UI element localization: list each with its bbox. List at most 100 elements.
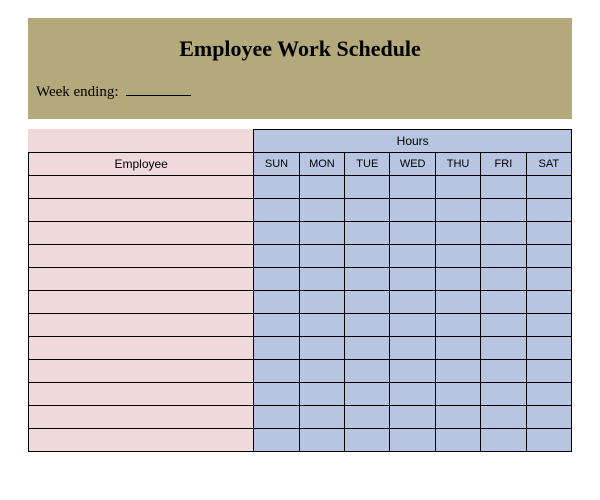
hours-cell[interactable] [481,429,526,452]
hours-cell[interactable] [435,337,480,360]
hours-cell[interactable] [390,199,435,222]
hours-cell[interactable] [390,268,435,291]
hours-cell[interactable] [390,291,435,314]
hours-cell[interactable] [299,383,344,406]
hours-cell[interactable] [526,199,571,222]
hours-cell[interactable] [299,337,344,360]
hours-cell[interactable] [390,176,435,199]
hours-cell[interactable] [345,245,390,268]
hours-cell[interactable] [254,314,299,337]
hours-cell[interactable] [299,314,344,337]
hours-cell[interactable] [481,245,526,268]
hours-cell[interactable] [390,222,435,245]
employee-cell[interactable] [29,268,254,291]
employee-cell[interactable] [29,383,254,406]
hours-cell[interactable] [299,199,344,222]
hours-cell[interactable] [254,406,299,429]
hours-cell[interactable] [254,222,299,245]
hours-cell[interactable] [254,291,299,314]
hours-cell[interactable] [481,176,526,199]
hours-cell[interactable] [345,199,390,222]
hours-cell[interactable] [481,222,526,245]
hours-cell[interactable] [390,429,435,452]
hours-cell[interactable] [345,314,390,337]
hours-cell[interactable] [526,245,571,268]
hours-cell[interactable] [390,245,435,268]
hours-cell[interactable] [526,176,571,199]
hours-cell[interactable] [435,383,480,406]
hours-cell[interactable] [435,176,480,199]
hours-cell[interactable] [254,429,299,452]
employee-cell[interactable] [29,222,254,245]
week-ending-input[interactable] [126,95,191,96]
hours-cell[interactable] [345,337,390,360]
hours-cell[interactable] [345,383,390,406]
hours-cell[interactable] [435,268,480,291]
hours-cell[interactable] [526,291,571,314]
hours-cell[interactable] [299,406,344,429]
hours-cell[interactable] [345,406,390,429]
hours-cell[interactable] [345,176,390,199]
hours-cell[interactable] [481,291,526,314]
hours-cell[interactable] [345,268,390,291]
hours-cell[interactable] [526,337,571,360]
employee-cell[interactable] [29,360,254,383]
hours-header: Hours [254,130,572,153]
employee-cell[interactable] [29,314,254,337]
hours-cell[interactable] [435,360,480,383]
hours-cell[interactable] [390,383,435,406]
hours-cell[interactable] [526,268,571,291]
hours-cell[interactable] [481,199,526,222]
hours-cell[interactable] [481,337,526,360]
hours-cell[interactable] [345,360,390,383]
employee-cell[interactable] [29,199,254,222]
hours-cell[interactable] [254,337,299,360]
hours-cell[interactable] [299,291,344,314]
employee-cell[interactable] [29,176,254,199]
hours-cell[interactable] [299,222,344,245]
day-header-sat: SAT [526,153,571,176]
hours-cell[interactable] [435,199,480,222]
employee-cell[interactable] [29,429,254,452]
hours-cell[interactable] [435,406,480,429]
hours-cell[interactable] [435,291,480,314]
hours-cell[interactable] [299,245,344,268]
hours-cell[interactable] [299,268,344,291]
hours-cell[interactable] [481,314,526,337]
hours-cell[interactable] [435,429,480,452]
hours-cell[interactable] [254,360,299,383]
hours-cell[interactable] [526,383,571,406]
employee-cell[interactable] [29,291,254,314]
header-band: Employee Work Schedule Week ending: [28,18,572,119]
hours-cell[interactable] [481,383,526,406]
employee-cell[interactable] [29,337,254,360]
hours-cell[interactable] [390,337,435,360]
hours-cell[interactable] [526,406,571,429]
hours-cell[interactable] [254,245,299,268]
hours-cell[interactable] [254,176,299,199]
hours-cell[interactable] [345,429,390,452]
employee-cell[interactable] [29,245,254,268]
hours-cell[interactable] [254,268,299,291]
hours-cell[interactable] [299,176,344,199]
hours-cell[interactable] [481,360,526,383]
hours-cell[interactable] [526,314,571,337]
hours-cell[interactable] [390,406,435,429]
hours-cell[interactable] [345,291,390,314]
hours-cell[interactable] [299,360,344,383]
hours-cell[interactable] [481,406,526,429]
hours-cell[interactable] [390,360,435,383]
hours-cell[interactable] [254,199,299,222]
hours-cell[interactable] [345,222,390,245]
hours-cell[interactable] [435,222,480,245]
hours-cell[interactable] [526,222,571,245]
hours-cell[interactable] [526,360,571,383]
hours-cell[interactable] [481,268,526,291]
hours-cell[interactable] [299,429,344,452]
hours-cell[interactable] [435,245,480,268]
hours-cell[interactable] [390,314,435,337]
hours-cell[interactable] [526,429,571,452]
hours-cell[interactable] [435,314,480,337]
hours-cell[interactable] [254,383,299,406]
employee-cell[interactable] [29,406,254,429]
